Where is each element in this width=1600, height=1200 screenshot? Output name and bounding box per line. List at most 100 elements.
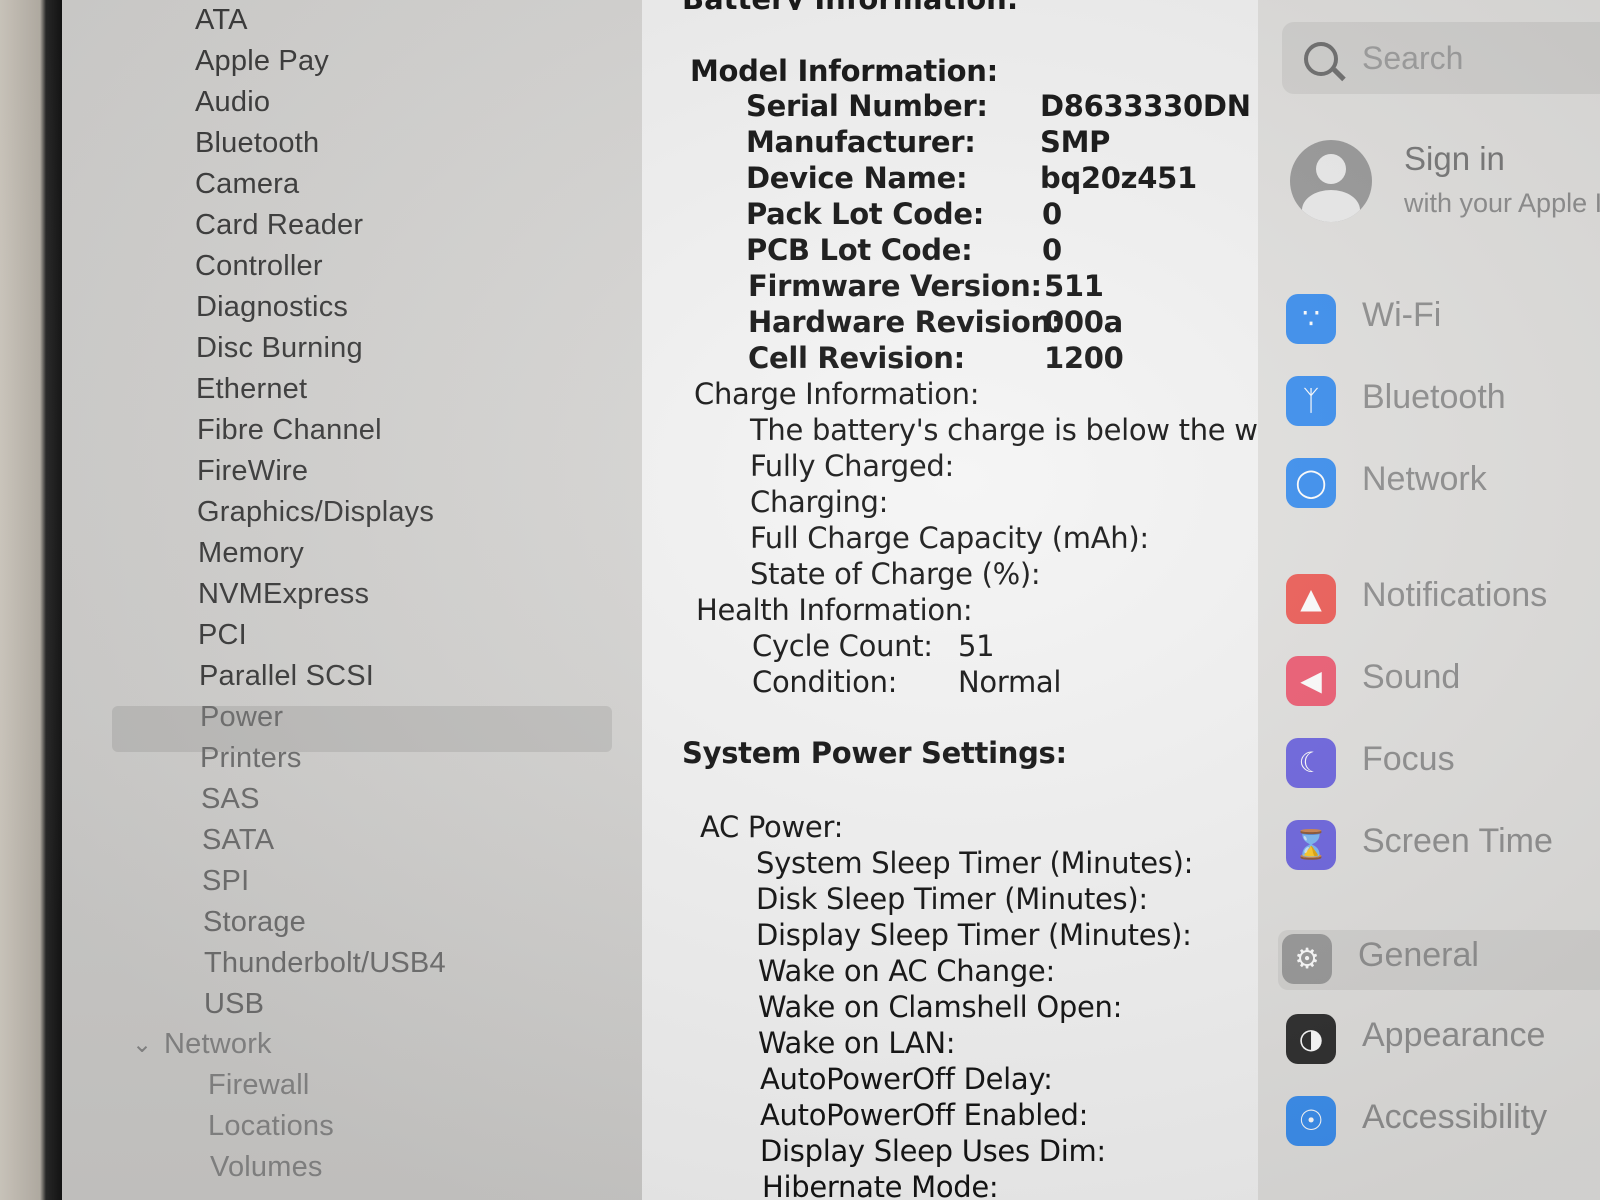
sidebar-selection-highlight	[112, 706, 612, 752]
system-settings-window: Search Sign in with your Apple ID ∵ Wi-F…	[1258, 0, 1600, 1200]
sidebar-item-fibre-channel[interactable]: Fibre Channel	[197, 414, 382, 447]
sidebar-item-bluetooth[interactable]: Bluetooth	[195, 127, 319, 160]
sidebar-item-apple-pay[interactable]: Apple Pay	[195, 45, 329, 78]
model-value: D8633330DN	[1040, 89, 1251, 123]
search-field[interactable]: Search	[1282, 22, 1600, 94]
settings-item-label: Wi-Fi	[1362, 296, 1442, 334]
globe-icon: ◯	[1286, 458, 1336, 508]
sidebar-item-storage[interactable]: Storage	[203, 906, 306, 939]
avatar-head	[1316, 154, 1346, 184]
search-placeholder: Search	[1362, 40, 1464, 76]
search-icon	[1304, 42, 1338, 76]
sidebar-item-sata[interactable]: SATA	[202, 824, 274, 857]
wifi-icon: ∵	[1286, 294, 1336, 344]
ac-key: Display Sleep Timer (Minutes):	[756, 918, 1192, 952]
sidebar-item-spi[interactable]: SPI	[202, 865, 249, 898]
sidebar: ATA Apple Pay Audio Bluetooth Camera Car…	[62, 0, 642, 1200]
model-key: Device Name:	[746, 161, 968, 195]
moon-icon: ☾	[1286, 738, 1336, 788]
sidebar-group-network[interactable]: Network	[164, 1028, 272, 1061]
settings-item-label: Sound	[1362, 658, 1461, 696]
health-value: 51	[958, 629, 995, 663]
system-information-window: ATA Apple Pay Audio Bluetooth Camera Car…	[62, 0, 1258, 1200]
sidebar-item-graphics-displays[interactable]: Graphics/Displays	[197, 496, 434, 529]
settings-item-screen-time[interactable]: ⌛ Screen Time	[1282, 816, 1600, 876]
charge-information-heading: Charge Information:	[694, 377, 980, 411]
health-key: Cycle Count:	[752, 629, 933, 663]
settings-item-focus[interactable]: ☾ Focus	[1282, 734, 1600, 794]
ac-key: System Sleep Timer (Minutes):	[756, 846, 1194, 880]
avatar-shoulders	[1302, 190, 1360, 222]
sidebar-item-memory[interactable]: Memory	[198, 537, 304, 570]
system-power-settings-heading: System Power Settings:	[682, 736, 1067, 770]
model-value: 0	[1042, 197, 1062, 231]
sidebar-item-parallel-scsi[interactable]: Parallel SCSI	[199, 660, 374, 693]
ac-power-heading: AC Power:	[700, 810, 844, 844]
settings-item-label: Network	[1362, 460, 1487, 498]
model-key: PCB Lot Code:	[746, 233, 973, 267]
charge-key: State of Charge (%):	[750, 557, 1041, 591]
model-value: bq20z451	[1040, 161, 1197, 195]
sidebar-item-ethernet[interactable]: Ethernet	[196, 373, 307, 406]
sidebar-item-thunderbolt-usb4[interactable]: Thunderbolt/USB4	[204, 947, 446, 980]
sidebar-item-locations[interactable]: Locations	[208, 1110, 334, 1143]
sign-in-subtitle: with your Apple ID	[1404, 188, 1600, 218]
accessibility-icon: ☉	[1286, 1096, 1336, 1146]
settings-item-label: Appearance	[1362, 1016, 1546, 1054]
settings-item-accessibility[interactable]: ☉ Accessibility	[1282, 1092, 1600, 1152]
settings-item-label: Bluetooth	[1362, 378, 1506, 416]
charge-key: Full Charge Capacity (mAh):	[750, 521, 1149, 555]
model-key: Manufacturer:	[746, 125, 976, 159]
sidebar-item-camera[interactable]: Camera	[195, 168, 299, 201]
ac-key: Wake on AC Change:	[758, 954, 1055, 988]
settings-item-network[interactable]: ◯ Network	[1282, 454, 1600, 514]
gear-icon: ⚙	[1282, 934, 1332, 984]
detail-pane: Battery Information: Model Information: …	[642, 0, 1258, 1200]
health-value: Normal	[958, 665, 1062, 699]
model-value: 0	[1042, 233, 1062, 267]
chevron-down-icon[interactable]: ⌄	[132, 1030, 152, 1059]
sidebar-item-disc-burning[interactable]: Disc Burning	[196, 332, 363, 365]
sidebar-item-card-reader[interactable]: Card Reader	[195, 209, 363, 242]
model-value: 1200	[1044, 341, 1124, 375]
settings-item-notifications[interactable]: ▲ Notifications	[1282, 570, 1600, 630]
settings-item-wifi[interactable]: ∵ Wi-Fi	[1282, 290, 1600, 350]
sidebar-item-printers[interactable]: Printers	[200, 742, 302, 775]
settings-item-label: Notifications	[1362, 576, 1548, 614]
settings-item-appearance[interactable]: ◑ Appearance	[1282, 1010, 1600, 1070]
settings-item-bluetooth[interactable]: ᛉ Bluetooth	[1282, 372, 1600, 432]
settings-item-label: Accessibility	[1362, 1098, 1548, 1136]
model-value: SMP	[1040, 125, 1111, 159]
model-key: Pack Lot Code:	[746, 197, 985, 231]
sidebar-item-controller[interactable]: Controller	[195, 250, 323, 283]
ac-key: Display Sleep Uses Dim:	[760, 1134, 1106, 1168]
model-key: Cell Revision:	[748, 341, 965, 375]
charge-key: Charging:	[750, 485, 889, 519]
avatar[interactable]	[1290, 140, 1372, 222]
sidebar-item-audio[interactable]: Audio	[195, 86, 270, 119]
charge-note: The battery's charge is below the w	[750, 413, 1258, 447]
settings-item-general[interactable]: ⚙ General	[1278, 930, 1600, 990]
ac-key: AutoPowerOff Enabled:	[760, 1098, 1089, 1132]
sidebar-item-pci[interactable]: PCI	[198, 619, 247, 652]
sidebar-item-diagnostics[interactable]: Diagnostics	[196, 291, 348, 324]
sidebar-item-power[interactable]: Power	[200, 701, 283, 734]
sign-in-title[interactable]: Sign in	[1404, 140, 1505, 178]
sidebar-item-usb[interactable]: USB	[204, 988, 264, 1021]
settings-item-sound[interactable]: ◀ Sound	[1282, 652, 1600, 712]
sidebar-item-nvmexpress[interactable]: NVMExpress	[198, 578, 369, 611]
section-title: Battery Information:	[682, 0, 1022, 10]
sidebar-item-firewall[interactable]: Firewall	[208, 1069, 310, 1102]
model-value: 511	[1044, 269, 1104, 303]
sidebar-item-firewire[interactable]: FireWire	[197, 455, 308, 488]
settings-item-label: Screen Time	[1362, 822, 1553, 860]
model-key: Firmware Version:	[748, 269, 1042, 303]
health-key: Condition:	[752, 665, 898, 699]
sidebar-item-ata[interactable]: ATA	[195, 4, 248, 37]
ac-key: Disk Sleep Timer (Minutes):	[756, 882, 1148, 916]
sidebar-item-sas[interactable]: SAS	[201, 783, 260, 816]
sidebar-item-volumes[interactable]: Volumes	[210, 1151, 323, 1184]
appearance-icon: ◑	[1286, 1014, 1336, 1064]
settings-item-label: Focus	[1362, 740, 1455, 778]
ac-key: Hibernate Mode:	[762, 1170, 999, 1200]
